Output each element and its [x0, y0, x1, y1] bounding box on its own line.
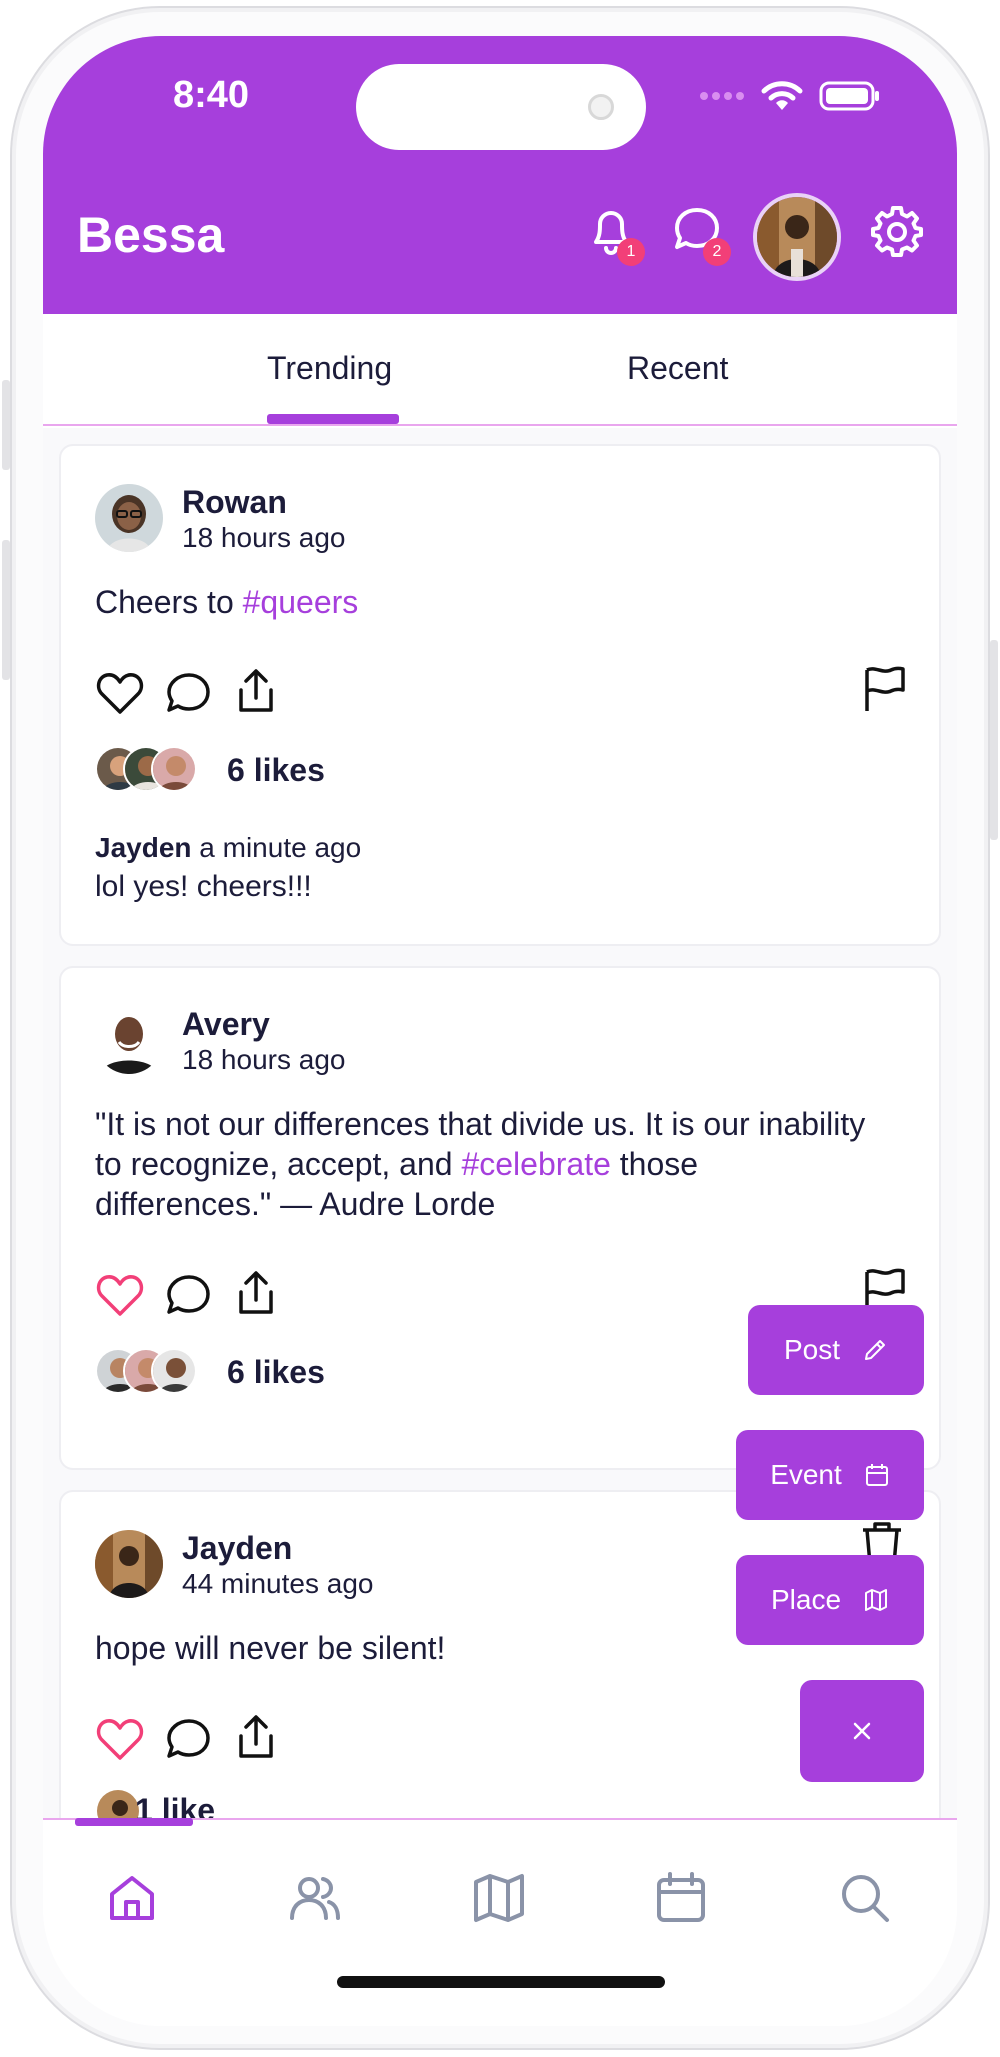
likes-count[interactable]: 6 likes: [227, 1354, 325, 1391]
post-text: hope will never be silent!: [95, 1630, 446, 1666]
app-header: 8:40 Bessa 1 2: [43, 36, 957, 314]
post-card: Rowan 18 hours ago Cheers to #queers 6 l…: [59, 444, 941, 946]
post-time: 44 minutes ago: [182, 1568, 374, 1599]
volume-down-button: [2, 540, 10, 680]
active-tab-indicator: [267, 414, 399, 424]
tab-recent[interactable]: Recent: [627, 350, 728, 387]
post-time: 18 hours ago: [182, 1044, 346, 1075]
hashtag-link[interactable]: #queers: [243, 584, 359, 620]
avatar-image: [95, 1006, 163, 1074]
map-icon: [865, 1589, 888, 1611]
post-time: 18 hours ago: [182, 522, 346, 553]
calendar-icon: [865, 1464, 888, 1486]
new-place-button[interactable]: Place: [736, 1555, 924, 1645]
comment-time: a minute ago: [199, 832, 362, 863]
close-fab-button[interactable]: [800, 1680, 924, 1782]
post-body: "It is not our differences that divide u…: [95, 1104, 879, 1224]
dynamic-island: [356, 64, 646, 150]
notification-badge: 1: [617, 238, 645, 266]
post-author[interactable]: Rowan: [182, 484, 287, 521]
home-indicator: [337, 1976, 665, 1988]
new-post-label: Post: [783, 1334, 841, 1365]
tab-trending[interactable]: Trending: [267, 350, 392, 387]
active-nav-indicator: [75, 1818, 193, 1826]
share-icon[interactable]: [231, 666, 281, 716]
people-icon[interactable]: [287, 1870, 343, 1926]
notifications-button[interactable]: 1: [581, 200, 645, 266]
likers-avatars[interactable]: [95, 746, 215, 796]
heart-icon[interactable]: [95, 1714, 145, 1764]
app-title: Bessa: [77, 207, 225, 263]
post-body: Cheers to #queers: [95, 582, 879, 622]
search-icon[interactable]: [837, 1870, 893, 1926]
wifi-icon: [761, 81, 803, 110]
map-icon[interactable]: [471, 1870, 527, 1926]
comment-author[interactable]: Jayden: [95, 832, 192, 863]
comment-header: Jayden a minute ago: [95, 832, 361, 864]
volume-up-button: [2, 380, 10, 470]
signal-icon: [700, 92, 744, 100]
avatar: [151, 1348, 197, 1394]
heart-icon[interactable]: [95, 668, 145, 718]
post-author[interactable]: Jayden: [182, 1530, 292, 1567]
new-event-label: Event: [770, 1459, 842, 1490]
comment-icon[interactable]: [163, 1714, 213, 1764]
battery-icon: [819, 81, 879, 111]
share-icon[interactable]: [231, 1712, 281, 1762]
avatar[interactable]: [95, 484, 163, 552]
avatar[interactable]: [95, 1006, 163, 1074]
close-icon: [853, 1722, 871, 1740]
new-place-label: Place: [770, 1584, 842, 1615]
home-icon[interactable]: [104, 1870, 160, 1926]
status-time: 8:40: [173, 74, 250, 116]
settings-button[interactable]: [869, 202, 929, 262]
messages-button[interactable]: 2: [667, 200, 731, 266]
gear-icon: [871, 206, 923, 257]
camera-icon: [588, 94, 614, 120]
app-screen: 8:40 Bessa 1 2 Trending Recent Rowan 18 …: [43, 36, 957, 2026]
hashtag-link[interactable]: #celebrate: [461, 1146, 610, 1182]
flag-icon[interactable]: [859, 664, 909, 714]
post-text: Cheers to: [95, 584, 243, 620]
profile-avatar[interactable]: [753, 193, 841, 281]
avatar-image: [95, 1530, 163, 1598]
avatar[interactable]: [95, 1530, 163, 1598]
post-author[interactable]: Avery: [182, 1006, 270, 1043]
comment-icon[interactable]: [163, 1270, 213, 1320]
bottom-navigation: [43, 1818, 957, 2026]
avatar-image: [95, 484, 163, 552]
new-event-button[interactable]: Event: [736, 1430, 924, 1520]
comment-icon[interactable]: [163, 668, 213, 718]
status-icons: [699, 80, 881, 112]
avatar: [151, 746, 197, 792]
feed-tabs: Trending Recent: [43, 314, 957, 426]
comment-text: lol yes! cheers!!!: [95, 870, 312, 903]
new-post-button[interactable]: Post: [748, 1305, 924, 1395]
power-button: [990, 640, 998, 840]
likers-avatars[interactable]: [95, 1348, 215, 1398]
heart-icon[interactable]: [95, 1270, 145, 1320]
avatar-image: [757, 197, 837, 277]
calendar-icon[interactable]: [653, 1870, 709, 1926]
share-icon[interactable]: [231, 1268, 281, 1318]
pencil-icon: [865, 1340, 886, 1360]
likes-count[interactable]: 6 likes: [227, 752, 325, 789]
message-badge: 2: [703, 238, 731, 266]
